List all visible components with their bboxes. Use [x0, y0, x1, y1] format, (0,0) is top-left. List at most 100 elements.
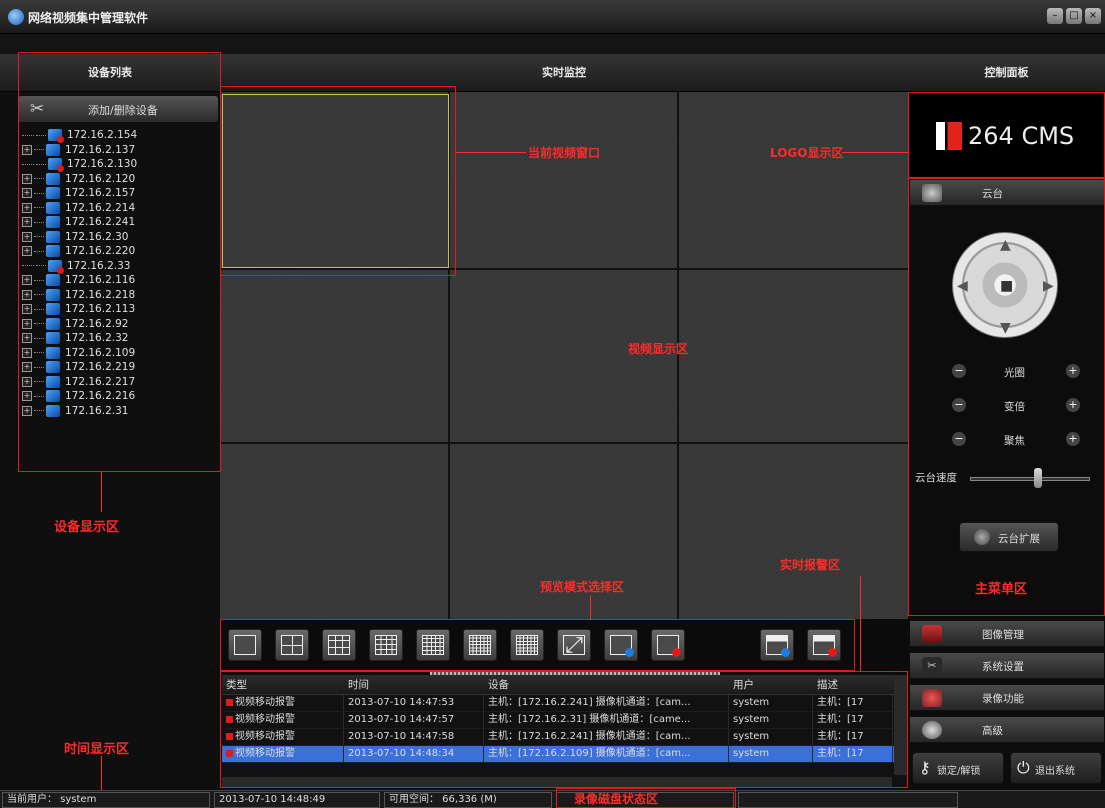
expand-icon[interactable]: + — [22, 347, 32, 358]
device-tree-item[interactable]: +172.16.2.30 — [22, 230, 216, 245]
stop-preview-button[interactable] — [651, 629, 685, 661]
expand-icon[interactable]: + — [22, 376, 32, 387]
device-tree-item[interactable]: 172.16.2.130 — [22, 157, 216, 173]
close-button[interactable]: × — [1085, 8, 1101, 24]
device-tree-item[interactable]: +172.16.2.218 — [22, 288, 216, 303]
layout-4-button[interactable] — [275, 629, 309, 661]
menu-system-settings[interactable]: ✂ 系统设置 — [910, 653, 1104, 679]
expand-icon[interactable]: + — [22, 318, 32, 329]
device-ip-label: 172.16.2.137 — [65, 143, 136, 156]
zoom-minus-button[interactable]: − — [952, 398, 966, 412]
column-header-user[interactable]: 用户 — [729, 675, 813, 694]
ptz-up-arrow[interactable]: ▲ — [1000, 237, 1011, 253]
device-tree-item[interactable]: +172.16.2.216 — [22, 389, 216, 404]
lock-unlock-button[interactable]: ⚷ 锁定/解锁 — [912, 752, 1004, 784]
layout-25-button[interactable] — [416, 629, 450, 661]
annotation-video-area: 视频显示区 — [628, 342, 689, 356]
expand-icon[interactable]: + — [22, 188, 32, 199]
zoom-plus-button[interactable]: + — [1066, 398, 1080, 412]
start-preview-button[interactable] — [604, 629, 638, 661]
expand-icon[interactable]: + — [22, 217, 32, 228]
device-tree-item[interactable]: +172.16.2.31 — [22, 404, 216, 419]
alarm-vertical-scrollbar[interactable] — [894, 675, 908, 775]
layout-36-button[interactable] — [463, 629, 497, 661]
ptz-expand-button[interactable]: 云台扩展 — [959, 522, 1059, 552]
fullscreen-button[interactable]: ⤢ — [557, 629, 591, 661]
alarm-horizontal-scrollbar[interactable] — [222, 777, 892, 787]
alarm-table-header: 类型 时间 设备 用户 描述 — [222, 675, 908, 695]
ptz-speed-thumb[interactable] — [1034, 468, 1042, 488]
layout-1-button[interactable] — [228, 629, 262, 661]
alarm-row[interactable]: 视频移动报警 2013-07-10 14:47:57 主机：[172.16.2.31… — [222, 712, 908, 729]
expand-icon[interactable]: + — [22, 202, 32, 213]
menu-recording[interactable]: 录像功能 — [910, 685, 1104, 711]
device-ip-label: 172.16.2.32 — [65, 332, 129, 345]
layout-16-button[interactable] — [369, 629, 403, 661]
expand-icon[interactable]: + — [22, 246, 32, 257]
device-ip-label: 172.16.2.217 — [65, 375, 136, 388]
ptz-speed-label: 云台速度 — [915, 472, 957, 484]
device-tree-item[interactable]: +172.16.2.32 — [22, 331, 216, 346]
minimize-button[interactable]: – — [1047, 8, 1063, 24]
expand-icon[interactable]: + — [22, 391, 32, 402]
device-tree-item[interactable]: +172.16.2.120 — [22, 172, 216, 187]
device-tree-item[interactable]: +172.16.2.157 — [22, 186, 216, 201]
device-tree-item[interactable]: 172.16.2.154 — [22, 128, 216, 144]
maximize-button[interactable]: □ — [1066, 8, 1082, 24]
stop-record-button[interactable] — [807, 629, 841, 661]
tree-connector — [22, 265, 34, 267]
device-tree-item[interactable]: +172.16.2.220 — [22, 244, 216, 259]
device-tree-item[interactable]: +172.16.2.219 — [22, 360, 216, 375]
layout-16-icon — [375, 635, 397, 655]
exit-button[interactable]: ⏻ 退出系统 — [1010, 752, 1102, 784]
expand-icon[interactable]: + — [22, 405, 32, 416]
device-tree-item[interactable]: +172.16.2.217 — [22, 375, 216, 390]
expand-icon[interactable]: + — [22, 275, 32, 286]
device-tree-item[interactable]: +172.16.2.214 — [22, 201, 216, 216]
menu-advanced[interactable]: 高级 — [910, 717, 1104, 743]
device-tree-item[interactable]: +172.16.2.137 — [22, 143, 216, 158]
expand-icon[interactable]: + — [22, 362, 32, 373]
expand-icon[interactable]: + — [22, 144, 32, 155]
device-tree-item[interactable]: +172.16.2.241 — [22, 215, 216, 230]
device-tree-item[interactable]: 172.16.2.33 — [22, 259, 216, 274]
expand-icon[interactable]: + — [22, 173, 32, 184]
expand-icon[interactable]: + — [22, 333, 32, 344]
alarm-row[interactable]: 视频移动报警 2013-07-10 14:47:53 主机：[172.16.2.24… — [222, 695, 908, 712]
expand-icon[interactable]: + — [22, 289, 32, 300]
layout-9-button[interactable] — [322, 629, 356, 661]
ptz-speed-slider[interactable] — [970, 477, 1090, 481]
ptz-right-arrow[interactable]: ▶ — [1043, 278, 1054, 294]
device-tree-item[interactable]: +172.16.2.92 — [22, 317, 216, 332]
ptz-left-arrow[interactable]: ◀ — [957, 278, 968, 294]
device-ip-label: 172.16.2.214 — [65, 201, 136, 214]
alarm-row[interactable]: 视频移动报警 2013-07-10 14:48:34 主机：[172.16.2.10… — [222, 746, 908, 763]
focus-plus-button[interactable]: + — [1066, 432, 1080, 446]
ptz-down-arrow[interactable]: ▼ — [1000, 320, 1011, 336]
ptz-tab[interactable]: 云台 — [910, 180, 1104, 206]
expand-icon[interactable]: + — [22, 231, 32, 242]
ptz-stop-icon[interactable]: ■ — [1000, 278, 1013, 294]
column-header-time[interactable]: 时间 — [344, 675, 484, 694]
layout-64-button[interactable] — [510, 629, 544, 661]
iris-plus-button[interactable]: + — [1066, 364, 1080, 378]
expand-icon[interactable]: + — [22, 304, 32, 315]
focus-minus-button[interactable]: − — [952, 432, 966, 446]
record-icon — [922, 689, 942, 707]
device-ip-label: 172.16.2.120 — [65, 172, 136, 185]
menu-image-management[interactable]: 图像管理 — [910, 621, 1104, 647]
column-header-desc[interactable]: 描述 — [813, 675, 893, 694]
iris-minus-button[interactable]: − — [952, 364, 966, 378]
device-ip-label: 172.16.2.113 — [65, 303, 136, 316]
iris-control: − 光圈 + — [952, 362, 1082, 382]
alarm-row[interactable]: 视频移动报警 2013-07-10 14:47:58 主机：[172.16.2.24… — [222, 729, 908, 746]
add-device-button[interactable]: ✂ 添加/删除设备 — [18, 96, 218, 122]
column-header-device[interactable]: 设备 — [484, 675, 729, 694]
device-tree-item[interactable]: +172.16.2.116 — [22, 273, 216, 288]
column-header-type[interactable]: 类型 — [222, 675, 344, 694]
device-ip-label: 172.16.2.219 — [65, 361, 136, 374]
device-tree-item[interactable]: +172.16.2.109 — [22, 346, 216, 361]
active-video-cell[interactable] — [222, 94, 449, 268]
device-tree-item[interactable]: +172.16.2.113 — [22, 302, 216, 317]
start-record-button[interactable] — [760, 629, 794, 661]
